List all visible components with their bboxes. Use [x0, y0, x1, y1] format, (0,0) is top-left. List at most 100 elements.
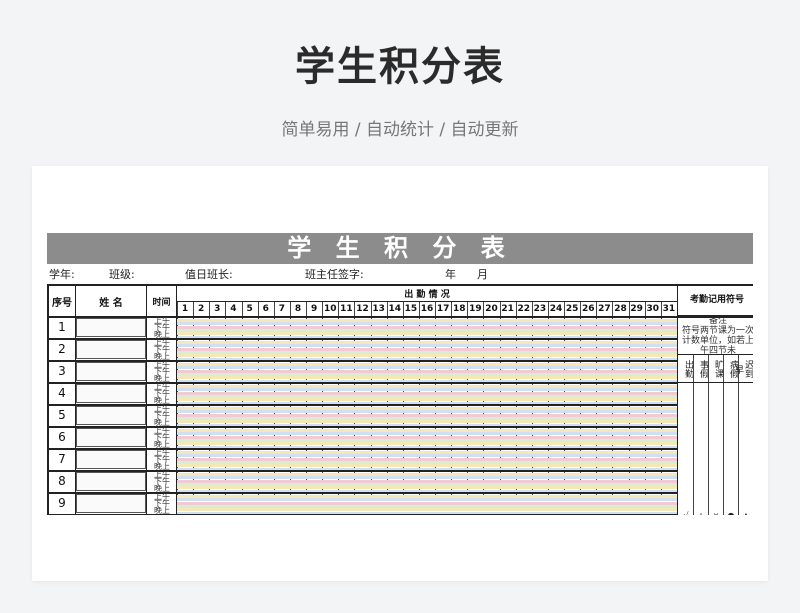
- row-divider: [49, 514, 677, 515]
- session-label: 晚上: [154, 484, 170, 493]
- header-seq: 序号: [52, 297, 72, 309]
- day-header: 16: [420, 304, 434, 314]
- row-number: 5: [58, 408, 66, 422]
- day-header: 9: [310, 304, 318, 314]
- info-month-label: 月: [477, 268, 488, 281]
- session-label: 晚上: [154, 462, 170, 471]
- info-teacher-sign: 班主任签字:: [305, 268, 364, 281]
- row-divider: [176, 301, 677, 302]
- info-year-label: 年: [445, 268, 456, 281]
- header-attendance: 出 勤 情 况: [404, 290, 450, 300]
- day-header: 19: [469, 304, 482, 314]
- day-header: 5: [246, 304, 253, 314]
- name-cell[interactable]: [76, 406, 146, 425]
- session-labels: 上午 下午 晚上: [148, 317, 176, 339]
- name-cell[interactable]: [76, 384, 146, 403]
- legend-divider: [677, 382, 753, 383]
- session-labels: 上午 下午 晚上: [148, 339, 176, 361]
- name-cell[interactable]: [76, 450, 146, 469]
- name-cell[interactable]: [76, 362, 146, 381]
- session-labels: 上午 下午 晚上: [148, 471, 176, 493]
- column-divider: [146, 286, 147, 515]
- day-header: 18: [452, 304, 466, 314]
- info-class: 班级:: [109, 268, 135, 281]
- session-labels: 上午 下午 晚上: [148, 493, 176, 515]
- session-labels: 上午 下午 晚上: [148, 449, 176, 471]
- session-label: 晚上: [154, 352, 170, 361]
- day-header: 4: [230, 304, 237, 314]
- session-label: 晚上: [154, 330, 170, 339]
- page-title: 学生积分表: [295, 44, 505, 90]
- day-header: 13: [372, 304, 385, 314]
- day-header: 29: [630, 304, 643, 314]
- day-header: 24: [549, 304, 563, 314]
- day-header: 28: [614, 304, 627, 314]
- preview-card: 学 生 积 分 表 学年: 班级: 值日班长: 班主任签字: 年 月 序号 姓 …: [32, 166, 768, 581]
- day-header: 1: [181, 304, 189, 314]
- legend-symbol: ●: [724, 511, 738, 515]
- legend-symbol: √: [679, 511, 693, 515]
- day-header: 22: [517, 304, 531, 314]
- header-name: 姓 名: [99, 297, 123, 309]
- name-cell[interactable]: [76, 472, 146, 491]
- day-header: 20: [485, 304, 498, 314]
- name-cell[interactable]: [76, 494, 146, 513]
- day-header: 27: [598, 304, 611, 314]
- legend-column-label: 旷课: [713, 360, 723, 378]
- row-number: 1: [58, 320, 66, 334]
- row-number: 3: [58, 364, 66, 378]
- name-cell[interactable]: [76, 340, 146, 359]
- header-legend: 考勤记用符号: [689, 295, 744, 305]
- column-divider: [677, 286, 678, 515]
- session-labels: 上午 下午 晚上: [148, 427, 176, 449]
- day-header: 15: [404, 304, 418, 314]
- row-number: 6: [58, 430, 66, 444]
- legend-symbol: ▲: [739, 511, 753, 515]
- info-monitor: 值日班长:: [185, 268, 233, 281]
- day-header: 25: [565, 304, 579, 314]
- day-header: 3: [214, 304, 221, 314]
- session-labels: 上午 下午 晚上: [148, 383, 176, 405]
- page-subtitle: 简单易用 / 自动统计 / 自动更新: [281, 120, 519, 140]
- day-header: 2: [198, 304, 205, 314]
- legend-column-label: 出勤: [683, 360, 693, 378]
- day-header: 30: [646, 304, 660, 314]
- legend-note: 备注 符号两节课为一次计数单位，如若上午四节未: [681, 316, 753, 356]
- day-header: 17: [436, 304, 450, 314]
- legend-symbol: △: [694, 511, 708, 515]
- row-number: 2: [58, 342, 66, 356]
- header-time: 时间: [152, 297, 171, 308]
- session-label: 晚上: [154, 506, 170, 515]
- day-header: 31: [662, 304, 676, 314]
- row-number: 9: [58, 496, 66, 510]
- name-cell[interactable]: [76, 428, 146, 447]
- spreadsheet: 学 生 积 分 表 学年: 班级: 值日班长: 班主任签字: 年 月 序号 姓 …: [47, 233, 753, 515]
- day-header: 23: [533, 304, 547, 314]
- legend-column-label: 迟到早: [733, 360, 753, 378]
- row-number: 7: [58, 452, 66, 466]
- row-number: 4: [58, 386, 66, 400]
- day-header: 21: [501, 304, 514, 314]
- day-header: 7: [278, 304, 285, 314]
- day-header: 26: [582, 304, 595, 314]
- name-cell[interactable]: [76, 318, 146, 337]
- legend-divider: [677, 315, 753, 316]
- legend-symbol: ×: [709, 511, 723, 515]
- session-label: 晚上: [154, 418, 170, 427]
- sheet-banner: 学 生 积 分 表: [47, 233, 753, 264]
- session-label: 晚上: [154, 440, 170, 449]
- day-header: 11: [340, 304, 353, 314]
- row-number: 8: [58, 474, 66, 488]
- session-labels: 上午 下午 晚上: [148, 405, 176, 427]
- legend-divider: [677, 354, 753, 355]
- day-header: 14: [388, 304, 401, 314]
- day-header: 12: [356, 304, 369, 314]
- session-label: 晚上: [154, 396, 170, 405]
- legend-column-label: 事假: [698, 360, 708, 378]
- session-label: 晚上: [154, 374, 170, 383]
- day-header: 10: [323, 304, 337, 314]
- attendance-grid: 序号 姓 名 时间 出 勤 情 况 考勤记用符号 备注 符号两节课为一次计数单位…: [47, 284, 753, 515]
- day-header: 8: [294, 304, 302, 314]
- info-year: 学年:: [49, 268, 75, 281]
- session-labels: 上午 下午 晚上: [148, 361, 176, 383]
